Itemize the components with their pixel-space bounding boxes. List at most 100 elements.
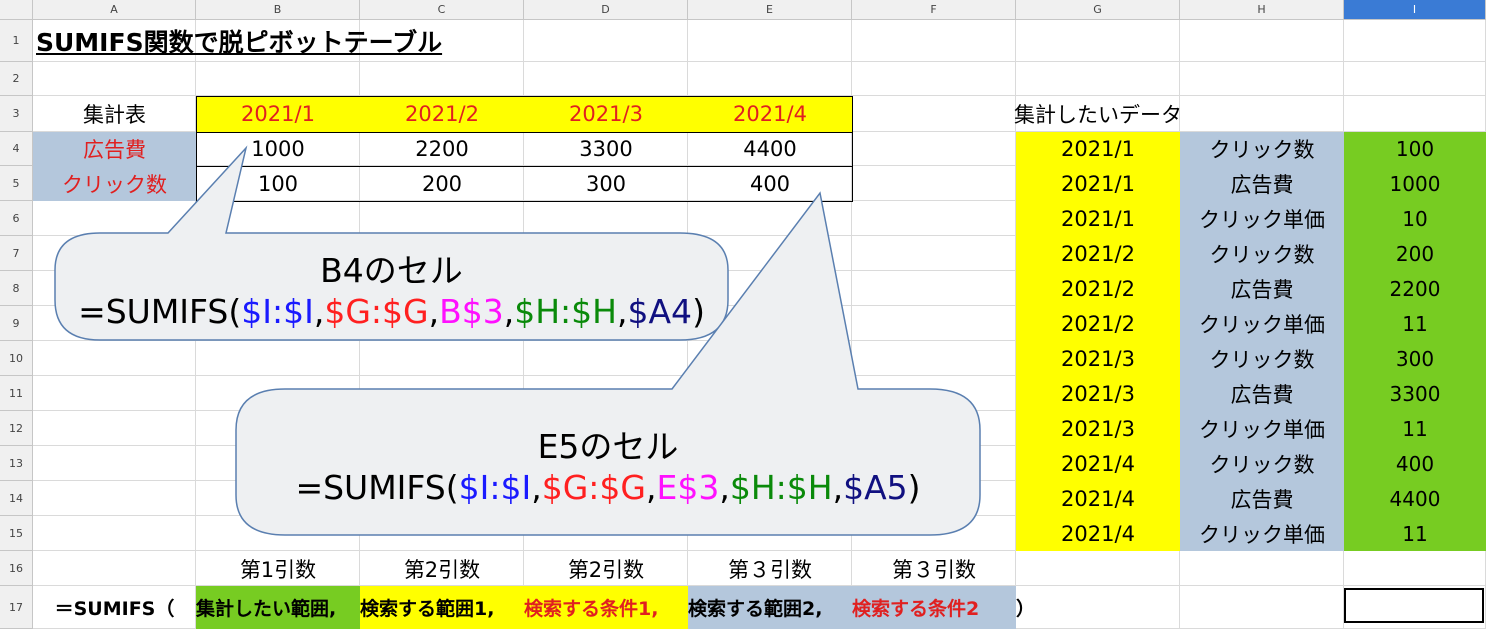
grid-cell[interactable] (1180, 96, 1344, 132)
grid-cell[interactable] (360, 62, 524, 96)
data-item-cell[interactable]: 広告費 (1180, 481, 1344, 516)
summary-value-cell[interactable]: 400 (688, 166, 852, 201)
grid-cell[interactable] (852, 236, 1016, 271)
data-month-cell[interactable]: 2021/1 (1016, 132, 1180, 166)
row-header-6[interactable]: 6 (0, 201, 33, 236)
grid-cell[interactable] (852, 132, 1016, 166)
grid-cell[interactable] (688, 20, 852, 62)
column-header-H[interactable]: H (1180, 0, 1344, 20)
data-value-cell[interactable]: 200 (1344, 236, 1486, 271)
grid-cell[interactable] (1016, 551, 1180, 586)
grid-cell[interactable] (33, 62, 196, 96)
row-header-8[interactable]: 8 (0, 271, 33, 306)
grid-cell[interactable] (524, 62, 688, 96)
data-item-cell[interactable]: クリック単価 (1180, 516, 1344, 551)
row-header-2[interactable]: 2 (0, 62, 33, 96)
grid-cell[interactable] (852, 62, 1016, 96)
grid-cell[interactable] (852, 306, 1016, 341)
grid-cell[interactable] (524, 516, 688, 551)
data-item-cell[interactable]: クリック数 (1180, 446, 1344, 481)
grid-cell[interactable] (688, 201, 852, 236)
grid-cell[interactable] (852, 516, 1016, 551)
grid-cell[interactable] (1016, 20, 1180, 62)
summary-value-cell[interactable]: 3300 (524, 132, 688, 166)
grid-cell[interactable] (196, 62, 360, 96)
data-month-cell[interactable]: 2021/2 (1016, 271, 1180, 306)
data-value-cell[interactable]: 400 (1344, 446, 1486, 481)
grid-cell[interactable] (688, 376, 852, 411)
grid-cell[interactable] (1344, 96, 1486, 132)
grid-cell[interactable] (688, 341, 852, 376)
grid-cell[interactable] (196, 201, 360, 236)
grid-cell[interactable] (33, 411, 196, 446)
data-item-cell[interactable]: クリック数 (1180, 236, 1344, 271)
row-header-16[interactable]: 16 (0, 551, 33, 586)
data-value-cell[interactable]: 4400 (1344, 481, 1486, 516)
row-header-15[interactable]: 15 (0, 516, 33, 551)
grid-cell[interactable] (852, 166, 1016, 201)
grid-cell[interactable] (852, 201, 1016, 236)
column-header-C[interactable]: C (360, 0, 524, 20)
grid-cell[interactable] (1016, 62, 1180, 96)
column-header-I[interactable]: I (1344, 0, 1486, 20)
grid-cell[interactable] (33, 446, 196, 481)
grid-cell[interactable] (33, 376, 196, 411)
column-header-G[interactable]: G (1016, 0, 1180, 20)
grid-cell[interactable] (1180, 551, 1344, 586)
row-header-1[interactable]: 1 (0, 20, 33, 62)
grid-cell[interactable] (33, 201, 196, 236)
row-header-14[interactable]: 14 (0, 481, 33, 516)
data-value-cell[interactable]: 11 (1344, 516, 1486, 551)
summary-row-label[interactable]: 広告費 (33, 132, 196, 166)
row-header-3[interactable]: 3 (0, 96, 33, 132)
data-item-cell[interactable]: 広告費 (1180, 271, 1344, 306)
row-header-13[interactable]: 13 (0, 446, 33, 481)
data-item-cell[interactable]: 広告費 (1180, 376, 1344, 411)
grid-cell[interactable] (688, 62, 852, 96)
summary-value-cell[interactable]: 4400 (688, 132, 852, 166)
grid-cell[interactable] (360, 376, 524, 411)
row-header-9[interactable]: 9 (0, 306, 33, 341)
grid-cell[interactable] (1180, 62, 1344, 96)
summary-row-label[interactable]: クリック数 (33, 166, 196, 201)
grid-cell[interactable] (524, 376, 688, 411)
column-header-F[interactable]: F (852, 0, 1016, 20)
grid-cell[interactable] (524, 341, 688, 376)
data-value-cell[interactable]: 10 (1344, 201, 1486, 236)
grid-cell[interactable] (360, 516, 524, 551)
grid-cell[interactable] (196, 341, 360, 376)
data-item-cell[interactable]: クリック単価 (1180, 306, 1344, 341)
column-header-D[interactable]: D (524, 0, 688, 20)
grid-cell[interactable] (688, 516, 852, 551)
select-all-corner[interactable] (0, 0, 33, 20)
grid-cell[interactable] (524, 20, 688, 62)
column-header-B[interactable]: B (196, 0, 360, 20)
data-month-cell[interactable]: 2021/4 (1016, 516, 1180, 551)
grid-cell[interactable] (33, 551, 196, 586)
grid-cell[interactable] (852, 376, 1016, 411)
row-header-5[interactable]: 5 (0, 166, 33, 201)
grid-cell[interactable] (1344, 62, 1486, 96)
grid-cell[interactable] (196, 516, 360, 551)
grid-cell[interactable] (852, 96, 1016, 132)
row-header-7[interactable]: 7 (0, 236, 33, 271)
data-item-cell[interactable]: クリック数 (1180, 132, 1344, 166)
grid-cell[interactable] (196, 376, 360, 411)
grid-cell[interactable] (1180, 586, 1344, 629)
grid-cell[interactable] (852, 341, 1016, 376)
row-header-12[interactable]: 12 (0, 411, 33, 446)
month-header[interactable]: 2021/3 (524, 96, 688, 132)
summary-value-cell[interactable]: 300 (524, 166, 688, 201)
row-header-4[interactable]: 4 (0, 132, 33, 166)
active-cell-cursor[interactable] (1344, 588, 1484, 623)
data-value-cell[interactable]: 3300 (1344, 376, 1486, 411)
data-month-cell[interactable]: 2021/3 (1016, 411, 1180, 446)
column-header-A[interactable]: A (33, 0, 196, 20)
data-month-cell[interactable]: 2021/1 (1016, 201, 1180, 236)
column-header-E[interactable]: E (688, 0, 852, 20)
row-header-10[interactable]: 10 (0, 341, 33, 376)
summary-value-cell[interactable]: 100 (196, 166, 360, 201)
row-header-11[interactable]: 11 (0, 376, 33, 411)
data-month-cell[interactable]: 2021/3 (1016, 341, 1180, 376)
month-header[interactable]: 2021/2 (360, 96, 524, 132)
